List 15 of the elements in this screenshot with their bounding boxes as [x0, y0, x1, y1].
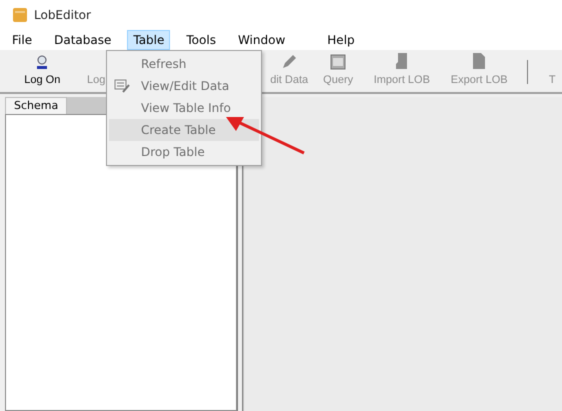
menu-item[interactable]: Table [127, 30, 170, 50]
menu-item[interactable]: Help [321, 30, 361, 50]
menu-item[interactable]: Tools [180, 30, 222, 50]
menu-item[interactable]: Window [232, 30, 292, 50]
blob-icon [471, 52, 488, 70]
schema-tab[interactable]: Schema [5, 97, 68, 114]
window-icon [330, 54, 346, 70]
user-icon [35, 54, 50, 70]
toolbar-button[interactable]: Log On [24, 74, 60, 86]
pencil-icon [281, 54, 298, 70]
menu-item[interactable]: File [6, 30, 38, 50]
menu-item[interactable]: Database [48, 30, 118, 50]
blob-icon [394, 52, 410, 70]
app-icon [12, 7, 28, 23]
window-title: LobEditor [34, 8, 91, 22]
